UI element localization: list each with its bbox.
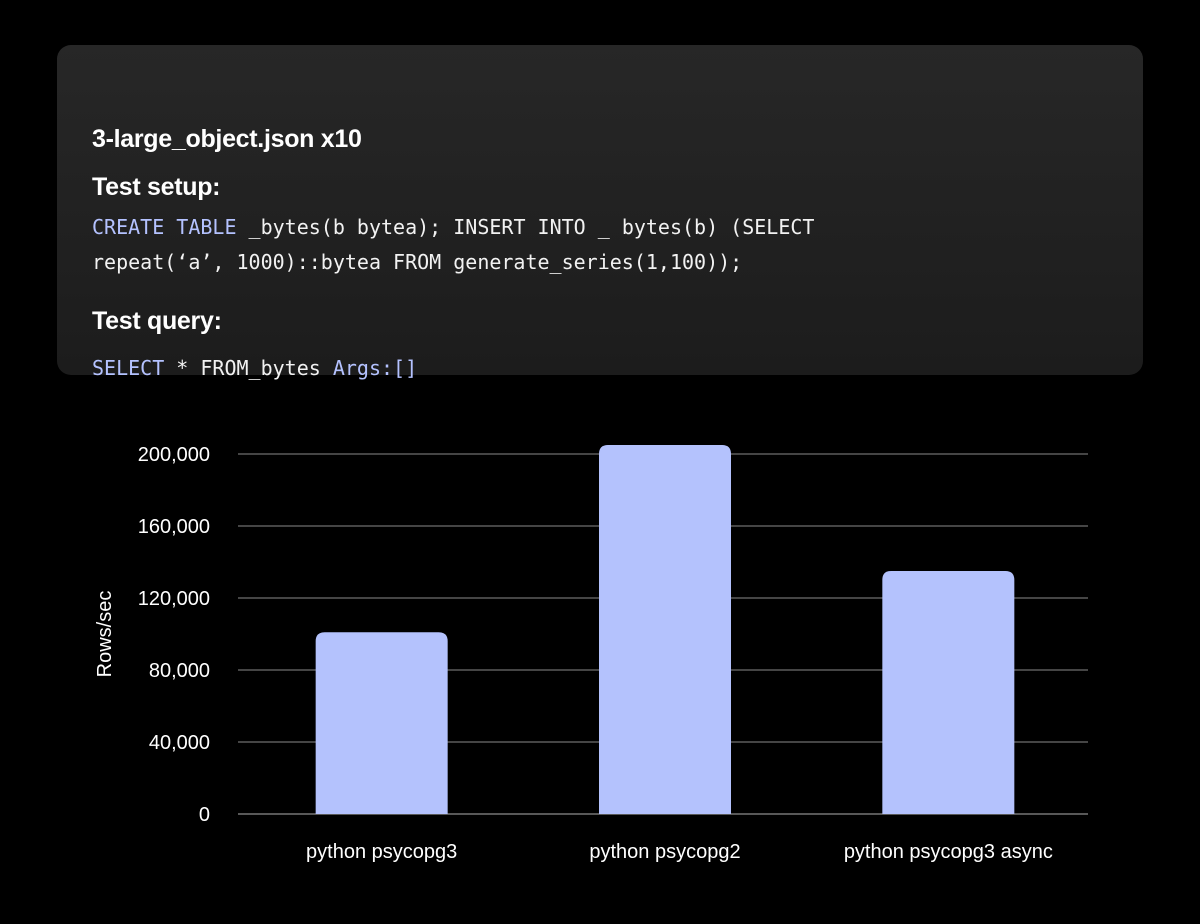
y-tick-label: 160,000 <box>138 516 210 538</box>
y-tick-label: 0 <box>199 804 210 826</box>
x-tick-label: python psycopg3 async <box>844 841 1053 863</box>
y-tick-label: 200,000 <box>138 444 210 466</box>
y-tick-label: 40,000 <box>149 732 210 754</box>
y-tick-label: 120,000 <box>138 588 210 610</box>
bar <box>315 632 448 814</box>
x-tick-label: python psycopg2 <box>589 841 740 863</box>
bar <box>599 445 731 814</box>
bar-chart: 0 40,000 80,000 120,000 160,000 200,000 Rows/s… <box>94 444 1088 863</box>
bar <box>882 571 1015 814</box>
y-tick-label: 80,000 <box>149 660 210 682</box>
x-tick-label: python psycopg3 <box>306 841 457 863</box>
y-axis-title: Rows/sec <box>94 591 116 678</box>
